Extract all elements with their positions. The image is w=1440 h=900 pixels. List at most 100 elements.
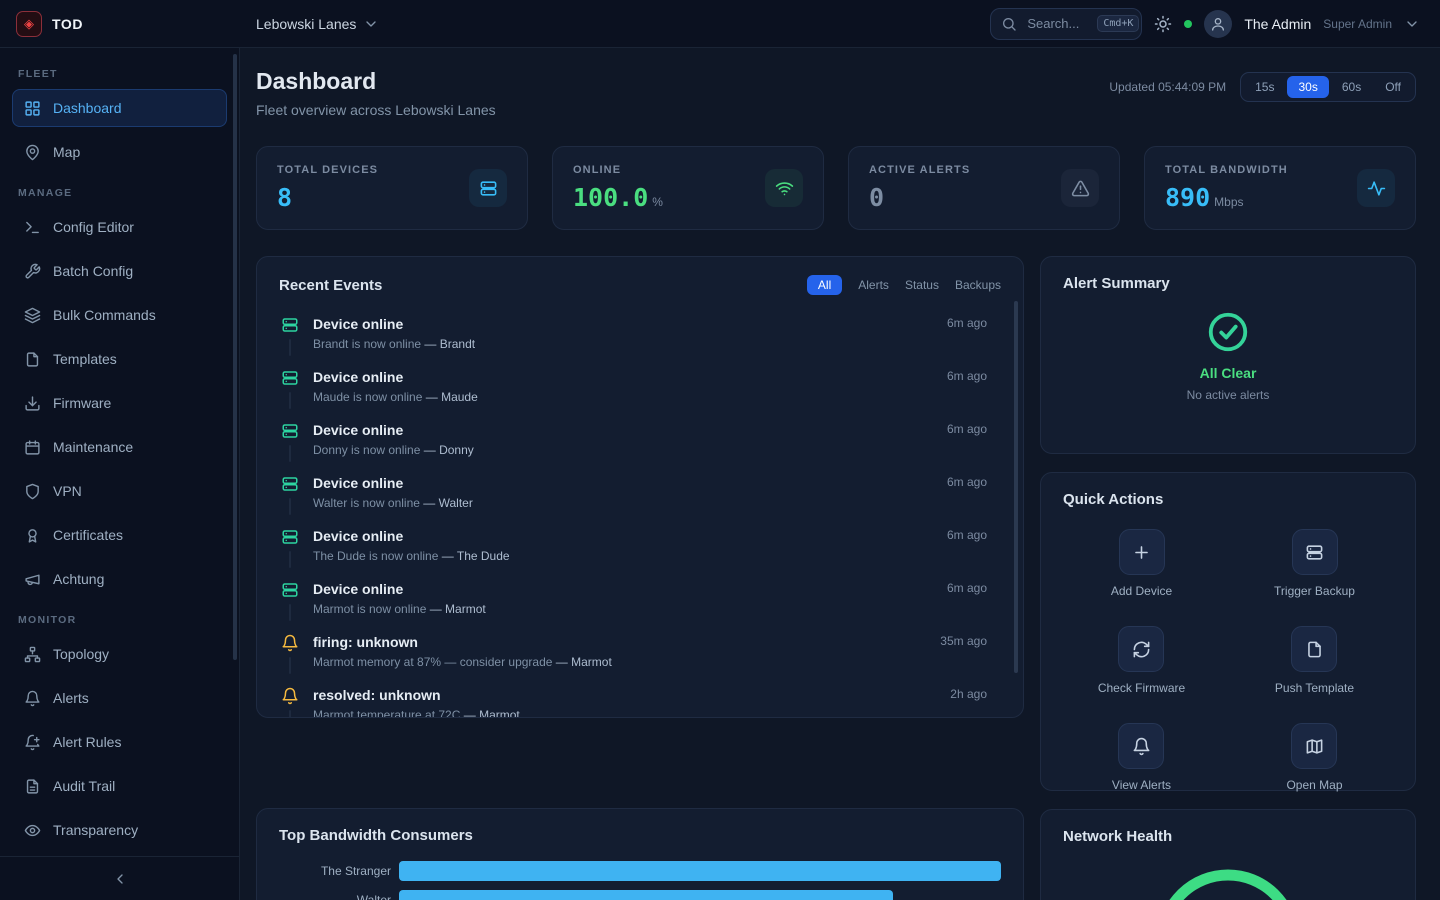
event-filter-all[interactable]: All [807,275,842,295]
nav-section-label: MANAGE [18,187,221,199]
sidebar-scrollbar[interactable] [233,54,237,660]
stat-icon-box [1061,169,1099,207]
event-filter-alerts[interactable]: Alerts [858,278,889,292]
calendar-icon [24,439,41,456]
search-input[interactable] [1025,15,1089,32]
sidebar-item-alert-rules[interactable]: Alert Rules [12,723,227,761]
event-detail: Donny is now online — Donny [313,443,933,457]
sidebar-nav: FLEETDashboardMapMANAGEConfig EditorBatc… [0,48,239,856]
user-role: Super Admin [1323,17,1392,31]
event-title: Device online [313,475,933,491]
stat-card-text: TOTAL DEVICES8 [277,164,378,212]
stat-value-row: 100.0% [573,183,663,212]
sidebar-item-transparency[interactable]: Transparency [12,811,227,849]
event-row: firing: unknownMarmot memory at 87% — co… [279,629,1001,682]
sidebar-item-achtung[interactable]: Achtung [12,560,227,598]
event-filter-status[interactable]: Status [905,278,939,292]
alert-note: No active alerts [1187,388,1270,402]
quick-actions-title: Quick Actions [1063,491,1163,508]
event-time: 6m ago [947,528,987,563]
quick-action-trigger-backup[interactable]: Trigger Backup [1274,529,1355,598]
sidebar-item-bulk-commands[interactable]: Bulk Commands [12,296,227,334]
event-row: Device online Walter is now online — Walt… [279,470,1001,523]
status-dot [1184,20,1192,28]
refresh-option-30s[interactable]: 30s [1287,76,1328,98]
stat-card: TOTAL DEVICES8 [256,146,528,230]
event-title: Device online [313,528,933,544]
quick-action-check-firmware[interactable]: Check Firmware [1098,626,1185,695]
avatar[interactable] [1204,10,1232,38]
event-row: Device online Brandt is now online — Bran… [279,311,1001,364]
refresh-button[interactable] [1118,626,1164,672]
event-icon-wrap [281,528,299,563]
sidebar-collapse-button[interactable] [0,856,239,900]
sidebar-item-alerts[interactable]: Alerts [12,679,227,717]
app: ◈ TOD Lebowski Lanes Cmd+K The Admin Sup… [0,0,1440,900]
file-button[interactable] [1291,626,1337,672]
sidebar-item-firmware[interactable]: Firmware [12,384,227,422]
theme-toggle-sun-icon[interactable] [1154,15,1172,33]
file-icon [1305,640,1324,659]
award-icon [24,527,41,544]
sidebar-item-certificates[interactable]: Certificates [12,516,227,554]
org-switcher[interactable]: Lebowski Lanes [256,16,379,32]
sidebar-item-batch-config[interactable]: Batch Config [12,252,227,290]
quick-action-label: Check Firmware [1098,681,1185,695]
quick-action-push-template[interactable]: Push Template [1275,626,1354,695]
event-time: 6m ago [947,369,987,404]
user-menu-chevron-icon[interactable] [1404,16,1420,32]
events-scrollbar[interactable] [1014,301,1018,673]
sidebar-item-topology[interactable]: Topology [12,635,227,673]
bell-button[interactable] [1118,723,1164,769]
alert-status: All Clear [1200,365,1257,381]
event-detail-text: Brandt is now online [313,337,421,351]
event-icon-wrap [281,422,299,457]
server-button[interactable] [1292,529,1338,575]
search-box[interactable]: Cmd+K [990,8,1142,40]
map-button[interactable] [1291,723,1337,769]
sidebar-item-map[interactable]: Map [12,133,227,171]
check-circle-icon [1205,309,1251,355]
event-body: resolved: unknownMarmot temperature at 7… [313,687,936,718]
refresh-option-off[interactable]: Off [1374,76,1412,98]
refresh-option-60s[interactable]: 60s [1331,76,1372,98]
quick-action-add-device[interactable]: Add Device [1111,529,1172,598]
sidebar-item-dashboard[interactable]: Dashboard [12,89,227,127]
refresh-option-15s[interactable]: 15s [1244,76,1285,98]
event-device: — Brandt [421,337,475,351]
event-detail-text: Marmot is now online [313,602,426,616]
event-detail: Walter is now online — Walter [313,496,933,510]
plus-button[interactable] [1119,529,1165,575]
sidebar-item-templates[interactable]: Templates [12,340,227,378]
event-row: Device onlineMaude is now online — Maude… [279,364,1001,417]
sidebar-item-maintenance[interactable]: Maintenance [12,428,227,466]
event-device: — Marmot [460,708,519,718]
event-device: — Marmot [426,602,485,616]
event-device: — Maude [422,390,477,404]
event-icon-wrap [281,369,299,404]
quick-action-open-map[interactable]: Open Map [1286,723,1342,792]
stat-unit: Mbps [1214,195,1243,209]
quick-action-view-alerts[interactable]: View Alerts [1112,723,1171,792]
stat-icon-box [765,169,803,207]
event-title: resolved: unknown [313,687,936,703]
stat-value: 100.0 [573,183,648,212]
event-row: Device onlineDonny is now online — Donny… [279,417,1001,470]
sidebar-item-label: Alert Rules [53,734,121,750]
sidebar-item-vpn[interactable]: VPN [12,472,227,510]
event-icon-wrap [281,634,299,669]
map-icon [1305,737,1324,756]
event-time: 6m ago [947,581,987,616]
sidebar-item-label: Dashboard [53,100,122,116]
event-filter-backups[interactable]: Backups [955,278,1001,292]
sidebar-item-audit-trail[interactable]: Audit Trail [12,767,227,805]
event-title: Device online [313,316,933,332]
dashboard-icon [24,100,41,117]
sidebar-item-label: Templates [53,351,117,367]
chevron-down-icon [363,16,379,32]
network-health-panel: Network Health 100 [1040,809,1416,900]
refresh-icon [1132,640,1151,659]
sidebar-item-config-editor[interactable]: Config Editor [12,208,227,246]
stat-icon-box [1357,169,1395,207]
event-detail-text: Maude is now online [313,390,422,404]
